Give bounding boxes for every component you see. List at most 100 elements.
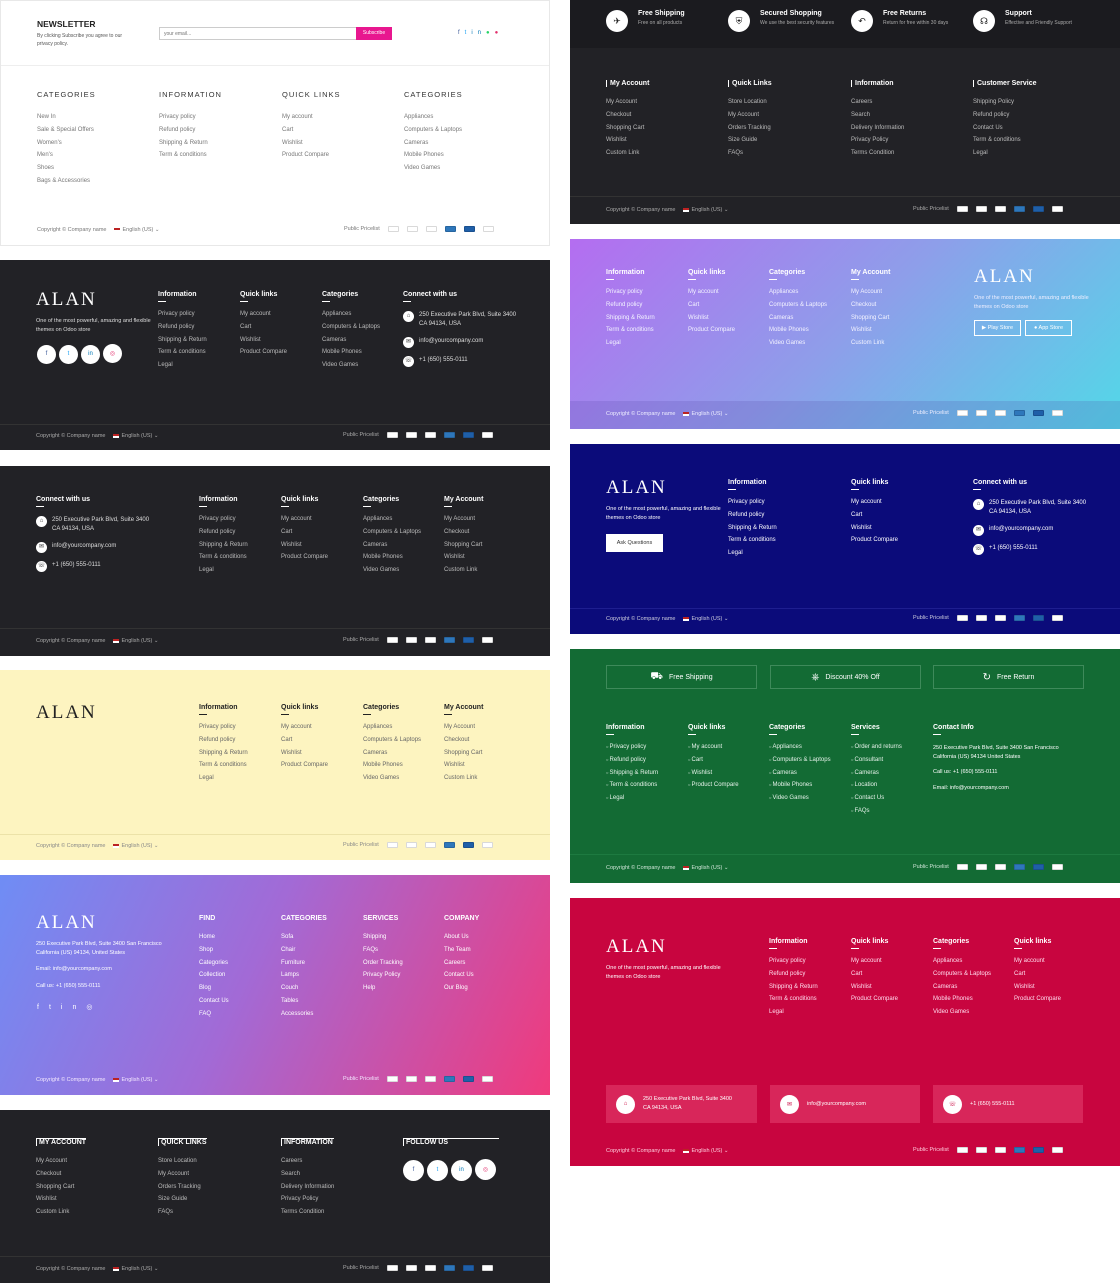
twitter-icon[interactable]: t	[49, 1004, 61, 1011]
footer-link-computers-laptops[interactable]: Computers & Laptops	[769, 302, 827, 308]
footer-link-privacy-policy[interactable]: Privacy Policy	[363, 972, 403, 978]
footer-link-location[interactable]: ○ Location	[851, 782, 902, 788]
footer-link-privacy-policy[interactable]: Privacy policy	[159, 114, 222, 120]
footer-link-shipping-return[interactable]: ○ Shipping & Return	[606, 770, 658, 776]
footer-link-product-compare[interactable]: Product Compare	[851, 537, 898, 543]
footer-link-cameras[interactable]: Cameras	[933, 984, 991, 990]
footer-link-my-account[interactable]: My Account	[36, 1158, 86, 1164]
footer-link-mobile-phones[interactable]: Mobile Phones	[363, 554, 421, 560]
footer-link-privacy-policy[interactable]: Privacy policy	[769, 958, 818, 964]
pricelist-selector[interactable]: Public Pricelist	[344, 226, 380, 232]
footer-link-term-conditions[interactable]: Term & conditions	[973, 137, 1037, 143]
footer-link-faqs[interactable]: FAQs	[158, 1209, 207, 1215]
footer-link-sale-special-offers[interactable]: Sale & Special Offers	[37, 127, 96, 133]
footer-link-wishlist[interactable]: Wishlist	[282, 140, 341, 146]
footer-link-mobile-phones[interactable]: Mobile Phones	[769, 327, 827, 333]
footer-link-appliances[interactable]: Appliances	[933, 958, 991, 964]
footer-link-refund-policy[interactable]: Refund policy	[606, 302, 655, 308]
footer-link-refund-policy[interactable]: Refund policy	[769, 971, 818, 977]
footer-link-product-compare[interactable]: Product Compare	[282, 152, 341, 158]
footer-link-video-games[interactable]: Video Games	[933, 1009, 991, 1015]
footer-link-video-games[interactable]: Video Games	[322, 362, 380, 368]
footer-link-refund-policy[interactable]: Refund policy	[199, 737, 248, 743]
footer-link-computers-laptops[interactable]: Computers & Laptops	[404, 127, 463, 133]
footer-link-appliances[interactable]: ○ Appliances	[769, 744, 831, 750]
twitter-icon[interactable]: t	[59, 344, 78, 364]
instagram-icon[interactable]: ◎	[86, 1004, 102, 1011]
footer-link-appliances[interactable]: Appliances	[404, 114, 463, 120]
language-selector[interactable]: English (US) ⌄	[683, 207, 729, 213]
footer-link-cart[interactable]: Cart	[688, 302, 735, 308]
footer-link-delivery-information[interactable]: Delivery Information	[851, 125, 904, 131]
footer-link-cart[interactable]: Cart	[281, 737, 328, 743]
footer-link-shipping-return[interactable]: Shipping & Return	[199, 542, 248, 548]
footer-link-faqs[interactable]: FAQs	[363, 947, 403, 953]
footer-link-contact-us[interactable]: Contact Us	[973, 125, 1037, 131]
linkedin-icon[interactable]: in	[451, 1159, 472, 1181]
footer-link-video-games[interactable]: ○ Video Games	[769, 795, 831, 801]
footer-link-term-conditions[interactable]: Term & conditions	[158, 349, 207, 355]
email-box[interactable]: ✉ info@yourcompany.com	[770, 1085, 920, 1123]
phone[interactable]: Call us: +1 (650) 555-0111	[933, 769, 1083, 775]
footer-link-categories[interactable]: Categories	[199, 960, 229, 966]
footer-link-legal[interactable]: Legal	[158, 362, 207, 368]
linkedin-icon[interactable]: in	[471, 30, 486, 36]
footer-link-video-games[interactable]: Video Games	[769, 340, 827, 346]
pricelist-selector[interactable]: Public Pricelist	[343, 637, 379, 643]
footer-link-careers[interactable]: Careers	[444, 960, 479, 966]
footer-link-search[interactable]: Search	[281, 1171, 334, 1177]
footer-link-term-conditions[interactable]: Term & conditions	[728, 537, 777, 543]
language-selector[interactable]: English (US) ⌄	[113, 1077, 159, 1083]
footer-link-term-conditions[interactable]: ○ Term & conditions	[606, 782, 658, 788]
footer-link-refund-policy[interactable]: Refund policy	[159, 127, 222, 133]
footer-link-mobile-phones[interactable]: Mobile Phones	[322, 349, 380, 355]
footer-link-my-account[interactable]: My Account	[851, 289, 890, 295]
footer-link-cart[interactable]: ○ Cart	[688, 757, 739, 763]
footer-link-terms-condition[interactable]: Terms Condition	[281, 1209, 334, 1215]
footer-link-my-account[interactable]: My account	[851, 499, 898, 505]
footer-link-legal[interactable]: Legal	[199, 567, 248, 573]
footer-link-privacy-policy[interactable]: Privacy Policy	[851, 137, 904, 143]
instagram-icon[interactable]: ◎	[475, 1159, 496, 1180]
footer-link-cameras[interactable]: Cameras	[322, 337, 380, 343]
footer-link-cameras[interactable]: ○ Cameras	[851, 770, 902, 776]
footer-link-legal[interactable]: Legal	[606, 340, 655, 346]
footer-link-cameras[interactable]: Cameras	[769, 315, 827, 321]
footer-link-product-compare[interactable]: Product Compare	[281, 762, 328, 768]
footer-link-shopping-cart[interactable]: Shopping Cart	[606, 125, 649, 131]
footer-link-shopping-cart[interactable]: Shopping Cart	[851, 315, 890, 321]
footer-link-our-blog[interactable]: Our Blog	[444, 985, 479, 991]
footer-link-shopping-cart[interactable]: Shopping Cart	[36, 1184, 86, 1190]
language-selector[interactable]: English (US) ⌄	[113, 843, 159, 849]
footer-link-furniture[interactable]: Furniture	[281, 960, 327, 966]
footer-link-checkout[interactable]: Checkout	[444, 529, 483, 535]
language-selector[interactable]: English (US) ⌄	[113, 638, 159, 644]
phone[interactable]: Call us: +1 (650) 555-0111	[36, 983, 100, 989]
footer-link-cart[interactable]: Cart	[281, 529, 328, 535]
footer-link-computers-laptops[interactable]: Computers & Laptops	[322, 324, 380, 330]
footer-link-faqs[interactable]: FAQs	[728, 150, 772, 156]
footer-link-legal[interactable]: Legal	[973, 150, 1037, 156]
footer-link-accessories[interactable]: Accessories	[281, 1011, 327, 1017]
footer-link-refund-policy[interactable]: Refund policy	[728, 512, 777, 518]
footer-link-video-games[interactable]: Video Games	[404, 165, 463, 171]
footer-link-computers-laptops[interactable]: ○ Computers & Laptops	[769, 757, 831, 763]
footer-link-product-compare[interactable]: Product Compare	[688, 327, 735, 333]
app-store-button[interactable]: ● App Store	[1025, 320, 1072, 336]
footer-link-order-tracking[interactable]: Order Tracking	[363, 960, 403, 966]
footer-link-about-us[interactable]: About Us	[444, 934, 479, 940]
footer-link-my-account[interactable]: My account	[281, 724, 328, 730]
footer-link-blog[interactable]: Blog	[199, 985, 229, 991]
footer-link-careers[interactable]: Careers	[851, 99, 904, 105]
facebook-icon[interactable]: f	[37, 1004, 49, 1011]
footer-link-tables[interactable]: Tables	[281, 998, 327, 1004]
footer-link-shipping-policy[interactable]: Shipping Policy	[973, 99, 1037, 105]
footer-link-wishlist[interactable]: Wishlist	[606, 137, 649, 143]
footer-link-shipping-return[interactable]: Shipping & Return	[728, 525, 777, 531]
footer-link-term-conditions[interactable]: Term & conditions	[769, 996, 818, 1002]
footer-link-wishlist[interactable]: Wishlist	[36, 1196, 86, 1202]
footer-link-women-s[interactable]: Women's	[37, 140, 96, 146]
footer-link-computers-laptops[interactable]: Computers & Laptops	[363, 737, 421, 743]
footer-link-privacy-policy[interactable]: Privacy policy	[199, 724, 248, 730]
language-selector[interactable]: English (US) ⌄	[683, 865, 729, 871]
